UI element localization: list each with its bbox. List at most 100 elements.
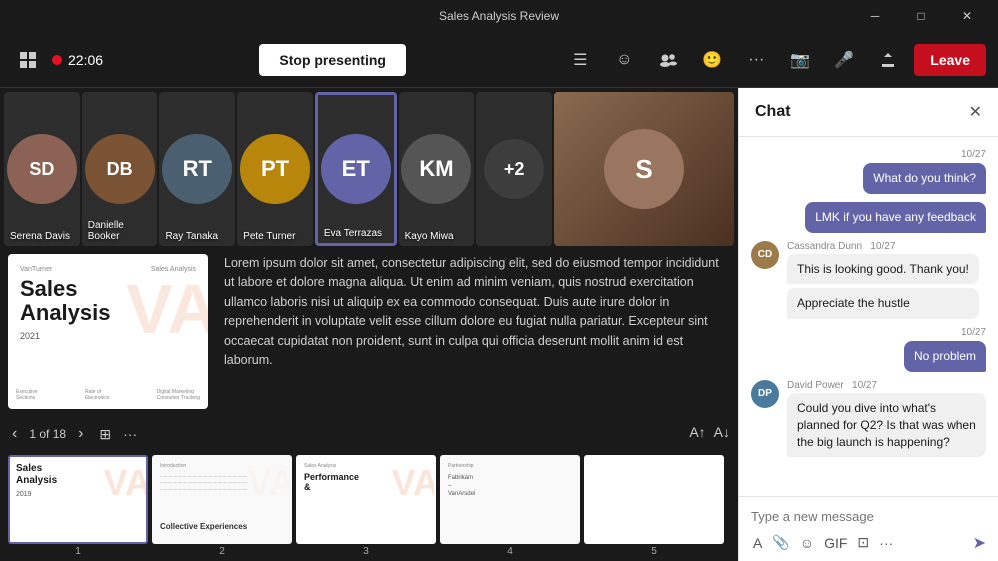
msg-text: No problem [904, 341, 986, 372]
thumbnail-2[interactable]: Introduction ...........................… [152, 455, 292, 544]
chat-messages: 10/27 What do you think? LMK if you have… [739, 137, 998, 496]
thumbnail-5[interactable] [584, 455, 724, 544]
thumb-label: Collective Experiences [160, 522, 284, 531]
chat-close-button[interactable]: ✕ [969, 102, 982, 122]
thumbnails-strip: SalesAnalysis 2019 VA 1 Introduction ...… [0, 451, 738, 561]
participant-name: Serena Davis [10, 231, 70, 242]
participant-tile[interactable]: KM Kayo Miwa [399, 92, 475, 246]
participants-icon[interactable] [650, 42, 686, 78]
increase-text-button[interactable]: A↑ [689, 424, 705, 440]
decrease-text-button[interactable]: A↓ [714, 424, 730, 440]
meeting-toolbar: 22:06 Stop presenting ☰ ☺ 🙂 ··· 📷 🎤 Leav… [0, 32, 998, 88]
slide-counter: 1 of 18 [29, 427, 66, 441]
titlebar-title: Sales Analysis Review [439, 9, 559, 23]
toolbar-center: Stop presenting [111, 44, 554, 76]
message-bubble: 10/27 What do you think? [863, 149, 986, 194]
thumbnail-container: Sales Analysis Performance& VA 3 [296, 455, 436, 557]
recording-dot [52, 55, 62, 65]
gif-icon[interactable]: GIF [822, 533, 849, 553]
sticker-icon[interactable]: ⊡ [855, 532, 871, 553]
slide-controls: ‹ 1 of 18 › ⊞ ··· [8, 421, 137, 447]
chat-header: Chat ✕ [739, 88, 998, 137]
grid-view-icon[interactable] [12, 44, 44, 76]
chat-title: Chat [755, 103, 791, 121]
participant-name: Kayo Miwa [405, 231, 454, 242]
participant-tile[interactable]: +2 [476, 92, 552, 246]
thumb-partnership-label: Fabrikam–VanArsdel [448, 475, 572, 498]
window-controls: ─ □ ✕ [852, 0, 990, 32]
msg-timestamp: 10/27 [961, 149, 986, 160]
message-bubble: DP David Power 10/27 Could you dive into… [751, 380, 986, 457]
slide-expand-icon[interactable]: ⊞ [99, 426, 111, 443]
reactions-icon[interactable]: 🙂 [694, 42, 730, 78]
participant-name: Eva Terrazas [324, 228, 382, 239]
attach-icon[interactable]: 📎 [770, 532, 791, 553]
thumbnail-4[interactable]: Partnership Fabrikam–VanArsdel [440, 455, 580, 544]
thumb-num: 3 [363, 546, 369, 557]
thumbnail-container: Introduction ...........................… [152, 455, 292, 557]
participant-tile[interactable]: RT Ray Tanaka [159, 92, 235, 246]
slide-more-icon[interactable]: ··· [123, 426, 137, 442]
thumbnail-container: Partnership Fabrikam–VanArsdel 4 [440, 455, 580, 557]
msg-text: This is looking good. Thank you! [787, 254, 979, 285]
slide-text: Lorem ipsum dolor sit amet, consectetur … [224, 254, 730, 409]
participant-tile[interactable]: DB Danielle Booker [82, 92, 158, 246]
minimize-button[interactable]: ─ [852, 0, 898, 32]
more-icon[interactable]: ··· [738, 42, 774, 78]
participant-name: Pete Turner [243, 231, 295, 242]
prev-slide-button[interactable]: ‹ [8, 423, 21, 445]
left-panel: SD Serena Davis DB Danielle Booker RT Ra… [0, 88, 738, 561]
participant-tile[interactable]: SD Serena Davis [4, 92, 80, 246]
send-button[interactable]: ➤ [973, 533, 986, 553]
close-button[interactable]: ✕ [944, 0, 990, 32]
slide-footer: ExecutiveSections Rate ofElectronics Dig… [16, 389, 200, 401]
thumb-num: 2 [219, 546, 225, 557]
maximize-button[interactable]: □ [898, 0, 944, 32]
message-bubble: CD Cassandra Dunn 10/27 This is looking … [751, 241, 979, 320]
message-bubble: 10/27 No problem [904, 327, 986, 372]
main-speaker-tile[interactable]: S [554, 92, 734, 246]
main-area: SD Serena Davis DB Danielle Booker RT Ra… [0, 88, 998, 561]
participant-tile[interactable]: ET Eva Terrazas [315, 92, 397, 246]
thumbnail-container: SalesAnalysis 2019 VA 1 [8, 455, 148, 557]
sender-avatar: CD [751, 241, 779, 269]
mic-icon[interactable]: 🎤 [826, 42, 862, 78]
text-size-controls: A↑ A↓ [689, 424, 730, 440]
participant-tile[interactable]: PT Pete Turner [237, 92, 313, 246]
chat-panel: Chat ✕ 10/27 What do you think? LMK if y… [738, 88, 998, 561]
more-participants: +2 [484, 139, 544, 199]
stop-presenting-button[interactable]: Stop presenting [259, 44, 406, 76]
share-icon[interactable] [870, 42, 906, 78]
sender-name: Cassandra Dunn 10/27 [787, 241, 979, 252]
thumb-num: 5 [651, 546, 657, 557]
msg-text: Could you dive into what's planned for Q… [787, 393, 986, 457]
emoji-icon[interactable]: ☺ [606, 42, 642, 78]
msg-timestamp: 10/27 [961, 327, 986, 338]
thumbnail-container: 5 [584, 455, 724, 557]
format-icon[interactable]: A [751, 533, 764, 553]
leave-button[interactable]: Leave [914, 44, 986, 76]
chat-input[interactable] [751, 505, 986, 528]
thumb-num: 4 [507, 546, 513, 557]
camera-icon[interactable]: 📷 [782, 42, 818, 78]
slide-watermark: VA [126, 274, 208, 344]
chat-input-area: A 📎 ☺ GIF ⊡ ··· ➤ [739, 496, 998, 561]
sender-info: Cassandra Dunn 10/27 This is looking goo… [787, 241, 979, 320]
thumb-watermark: VA [248, 462, 292, 504]
thumbnail-1[interactable]: SalesAnalysis 2019 VA [8, 455, 148, 544]
more-options-icon[interactable]: ☰ [562, 42, 598, 78]
thumb-watermark: VA [392, 462, 436, 504]
participant-name: Danielle Booker [88, 220, 158, 242]
presentation-area: VanTurner Sales Analysis SalesAnalysis 2… [0, 250, 738, 451]
participant-name: Ray Tanaka [165, 231, 218, 242]
thumbnail-3[interactable]: Sales Analysis Performance& VA [296, 455, 436, 544]
more-chat-icon[interactable]: ··· [877, 533, 895, 553]
toolbar-right: ☰ ☺ 🙂 ··· 📷 🎤 Leave [562, 42, 986, 78]
recording-time: 22:06 [68, 52, 103, 68]
slide-preview: VanTurner Sales Analysis SalesAnalysis 2… [8, 254, 208, 409]
thumb-watermark: VA [104, 462, 148, 504]
emoji-icon[interactable]: ☺ [798, 533, 816, 553]
next-slide-button[interactable]: › [74, 423, 87, 445]
msg-text: Appreciate the hustle [787, 288, 979, 319]
presentation-content: VanTurner Sales Analysis SalesAnalysis 2… [8, 254, 730, 409]
